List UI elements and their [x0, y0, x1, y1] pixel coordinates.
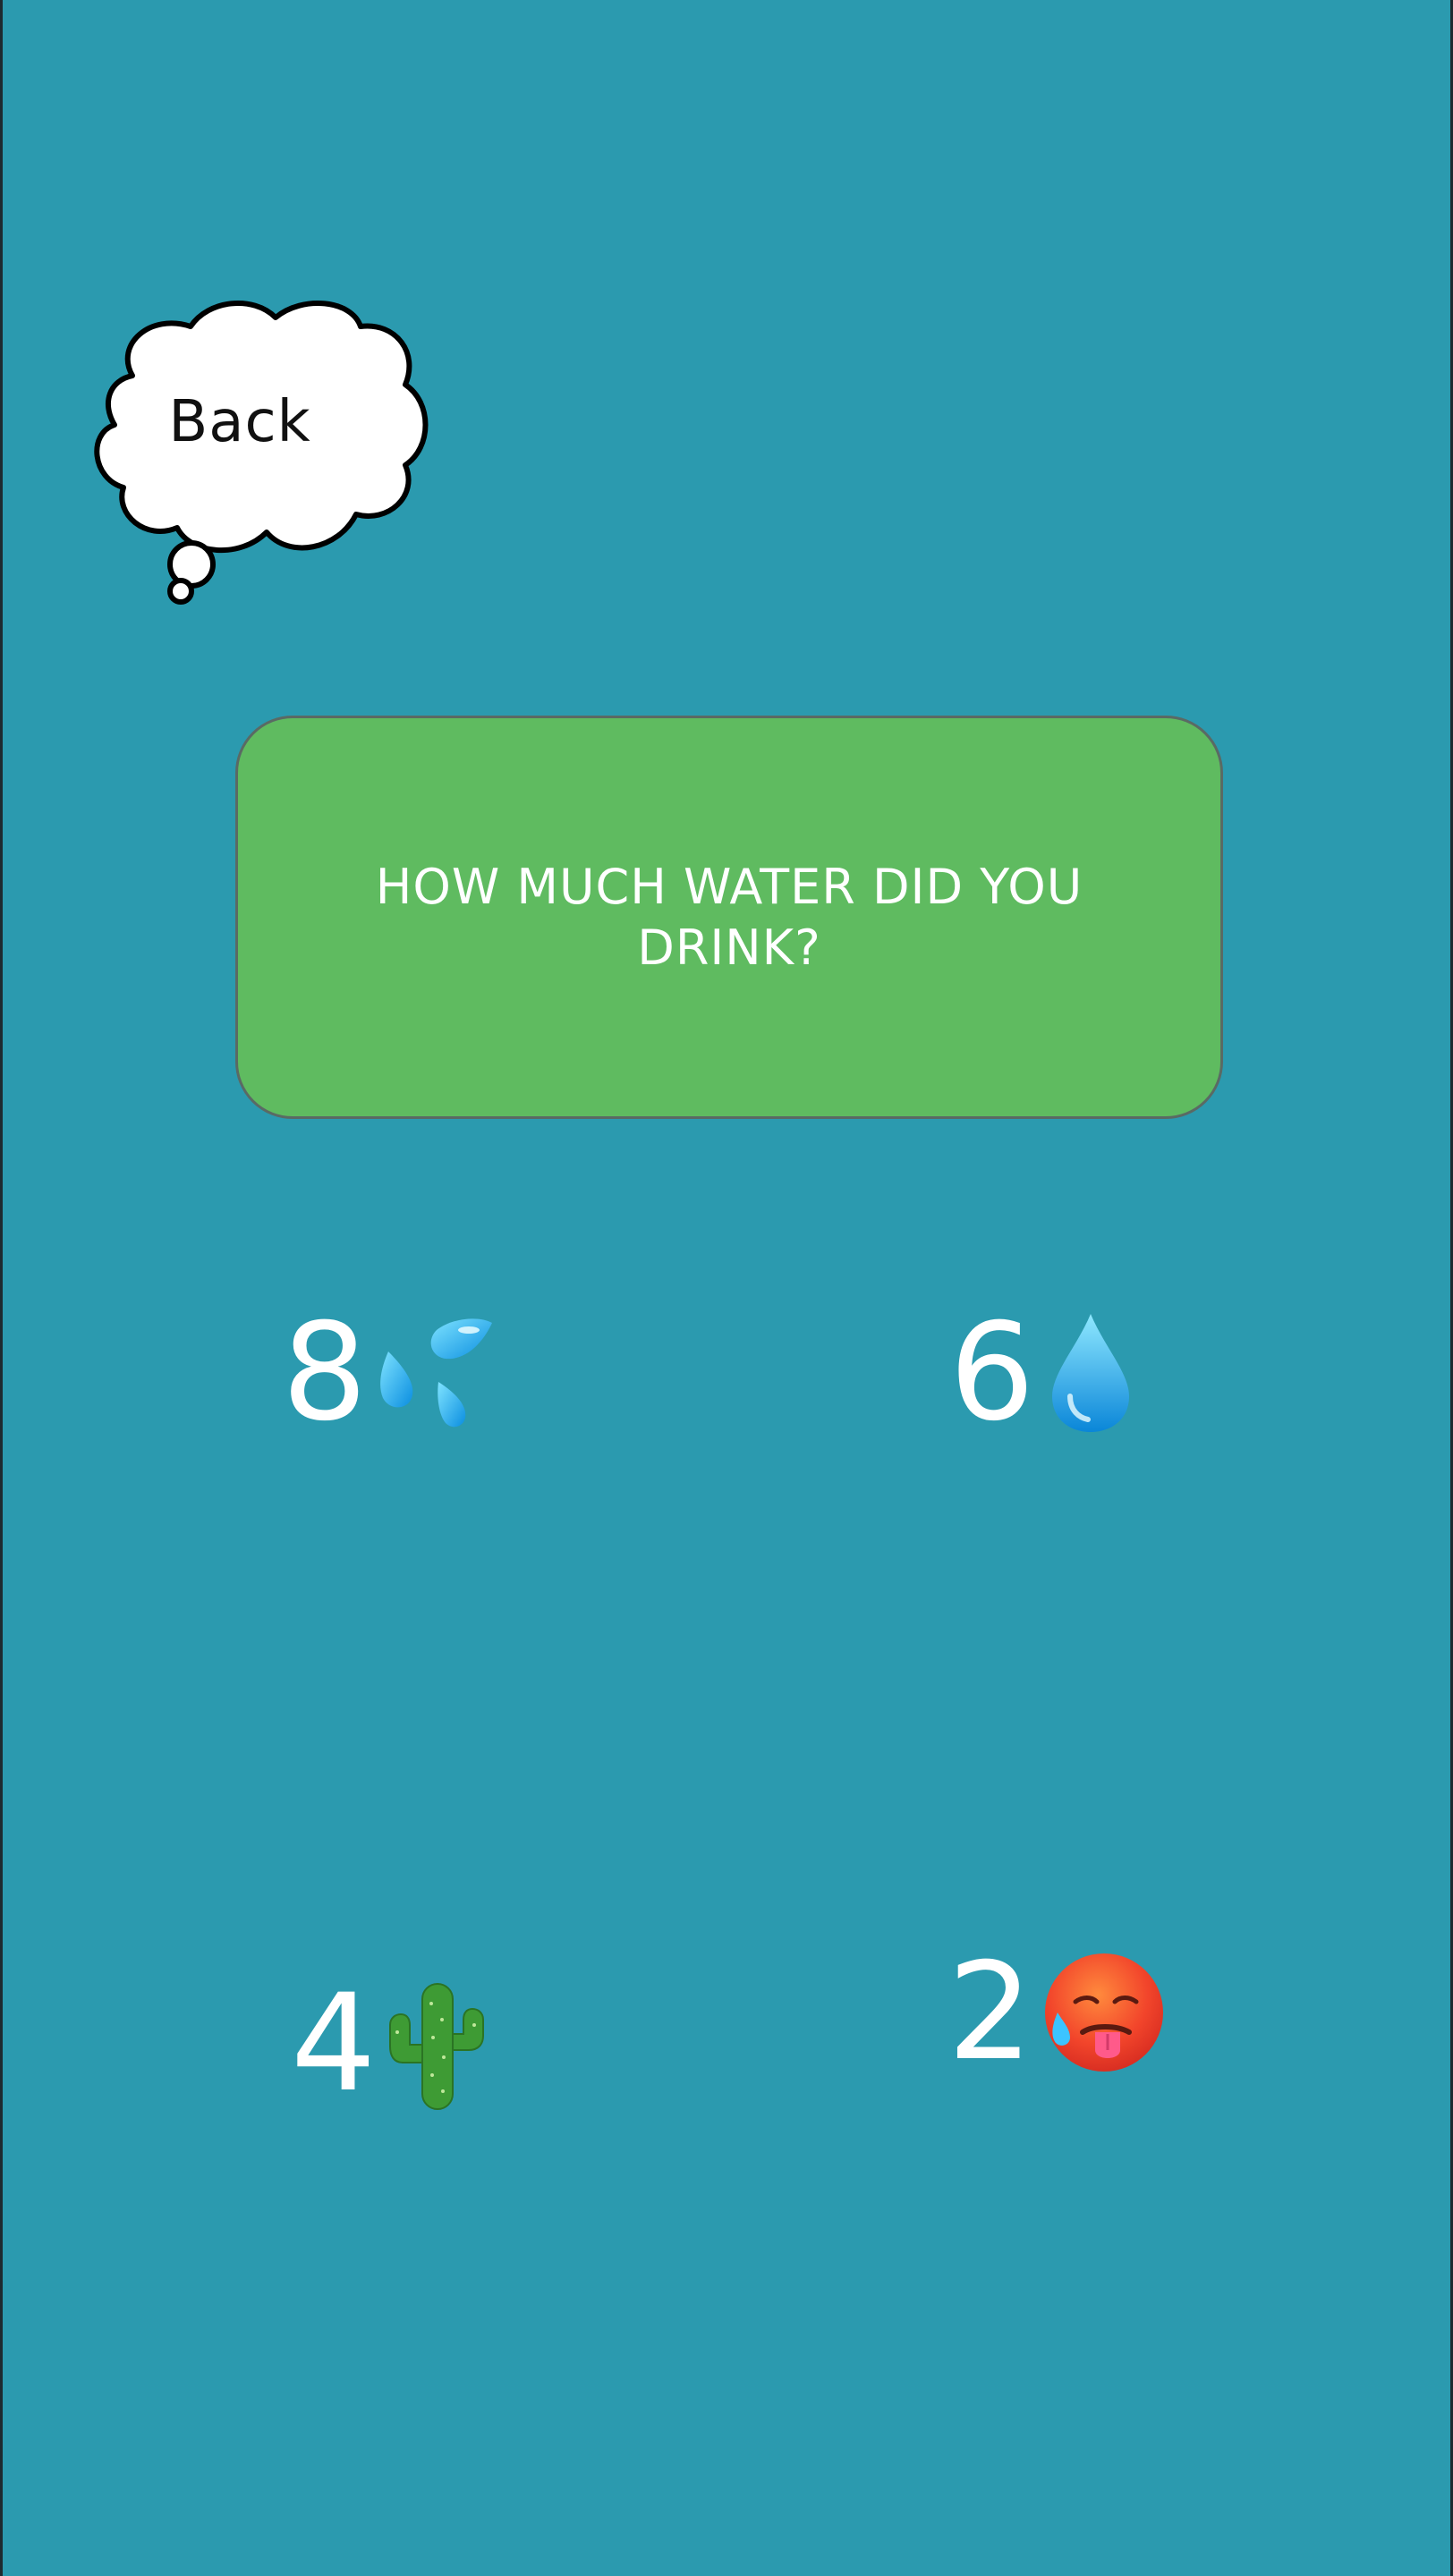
droplet-icon — [1041, 1310, 1140, 1436]
back-label: Back — [168, 389, 311, 455]
cactus-icon — [383, 1977, 490, 2111]
option-8-button[interactable]: 8 — [282, 1306, 499, 1440]
option-value: 4 — [291, 1966, 377, 2122]
question-card: HOW MUCH WATER DID YOU DRINK? — [235, 716, 1223, 1119]
option-value: 6 — [949, 1295, 1035, 1451]
option-4-button[interactable]: 4 — [291, 1977, 490, 2111]
option-2-button[interactable]: 2 — [947, 1945, 1165, 2080]
option-value: 8 — [282, 1295, 368, 1451]
option-6-button[interactable]: 6 — [949, 1306, 1140, 1440]
question-text: HOW MUCH WATER DID YOU DRINK? — [375, 858, 1083, 976]
hot-face-icon — [1040, 1950, 1165, 2075]
option-value: 2 — [947, 1935, 1033, 2090]
back-button[interactable]: Back — [65, 291, 441, 613]
app-screen: Back HOW MUCH WATER DID YOU DRINK? 8 6 4… — [0, 0, 1453, 2576]
sweat-droplets-icon — [374, 1310, 499, 1436]
